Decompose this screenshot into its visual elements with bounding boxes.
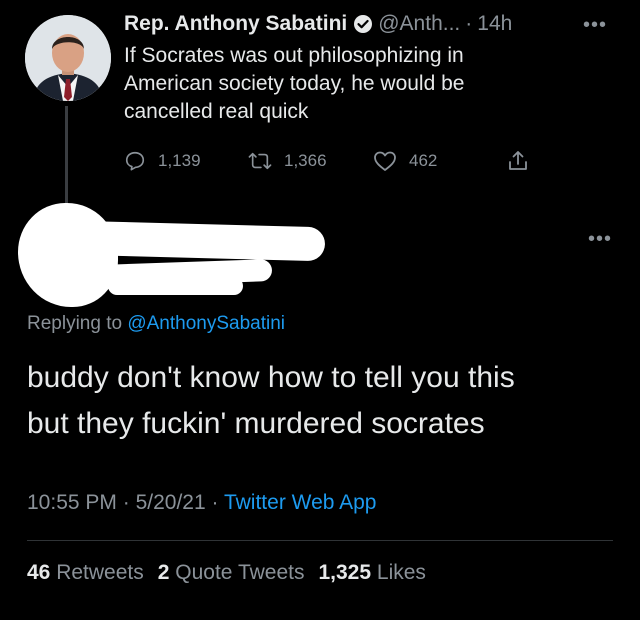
quote-tweets-count: 2	[157, 561, 170, 584]
reply-icon	[124, 150, 146, 172]
author-name[interactable]: Rep. Anthony Sabatini	[124, 12, 347, 36]
retweets-label: Retweets	[56, 561, 144, 584]
redacted-author-handle-extra	[108, 277, 243, 295]
author-handle[interactable]: @Anth...	[378, 12, 460, 36]
thread-connector-line	[65, 106, 68, 206]
share-button[interactable]	[507, 150, 529, 172]
meta-separator: ·	[211, 491, 219, 514]
replying-to-handle-link[interactable]: @AnthonySabatini	[127, 313, 285, 334]
reply-count: 1,139	[158, 151, 201, 170]
quote-tweets-stat[interactable]: 2 Quote Tweets	[158, 561, 305, 584]
engagement-stats: 46 Retweets 2 Quote Tweets 1,325 Likes	[27, 561, 426, 585]
reply-text: buddy don't know how to tell you this bu…	[27, 355, 617, 447]
meta-separator: ·	[122, 491, 130, 514]
divider	[27, 540, 613, 541]
likes-label: Likes	[376, 561, 426, 584]
tweet-text-line: If Socrates was out philosophizing in	[124, 44, 464, 67]
replying-to: Replying to @AnthonySabatini	[27, 313, 285, 335]
tweet-header: Rep. Anthony Sabatini @Anth... · 14h	[124, 12, 512, 36]
reply-text-line: but they fuckin' murdered socrates	[27, 407, 485, 440]
reply-source-link[interactable]: Twitter Web App	[224, 491, 377, 514]
avatar-photo	[25, 15, 111, 101]
tweet-text: If Socrates was out philosophizing in Am…	[124, 42, 564, 126]
retweets-count: 46	[27, 561, 51, 584]
replying-to-label: Replying to	[27, 313, 123, 334]
verified-badge-icon	[353, 14, 373, 34]
retweet-icon	[248, 150, 272, 172]
more-options-icon[interactable]: •••	[588, 228, 612, 251]
header-separator: ·	[465, 12, 473, 35]
more-options-icon[interactable]: •••	[583, 14, 607, 37]
likes-stat[interactable]: 1,325 Likes	[318, 561, 425, 584]
retweets-stat[interactable]: 46 Retweets	[27, 561, 144, 584]
reply-button[interactable]: 1,139	[124, 150, 248, 172]
reply-time[interactable]: 10:55 PM	[27, 491, 117, 514]
likes-count: 1,325	[318, 561, 372, 584]
reply-metadata: 10:55 PM · 5/20/21 · Twitter Web App	[27, 491, 377, 515]
retweet-button[interactable]: 1,366	[248, 150, 373, 172]
like-button[interactable]: 462	[373, 150, 507, 172]
reply-date[interactable]: 5/20/21	[136, 491, 206, 514]
tweet-actions: 1,139 1,366 462	[124, 150, 529, 172]
tweet-timestamp[interactable]: 14h	[477, 12, 512, 36]
tweet-text-line: cancelled real quick	[124, 100, 309, 123]
tweet-text-line: American society today, he would be	[124, 72, 465, 95]
author-avatar[interactable]	[25, 15, 111, 101]
share-icon	[507, 150, 529, 172]
redacted-author-name	[69, 220, 326, 262]
like-count: 462	[409, 151, 438, 170]
heart-icon	[373, 150, 397, 172]
quote-tweets-label: Quote Tweets	[175, 561, 305, 584]
retweet-count: 1,366	[284, 151, 327, 170]
reply-text-line: buddy don't know how to tell you this	[27, 361, 515, 394]
